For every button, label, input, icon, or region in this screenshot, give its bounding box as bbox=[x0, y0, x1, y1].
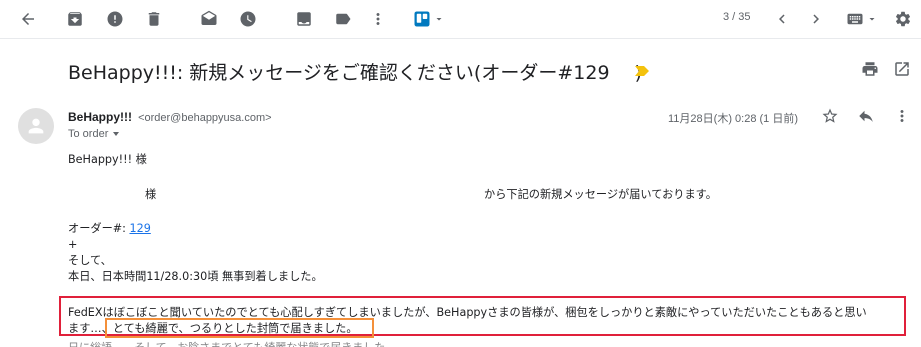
newer-icon[interactable] bbox=[772, 9, 792, 29]
mark-unread-icon[interactable] bbox=[199, 9, 219, 29]
toolbar: 3 / 35 bbox=[0, 0, 921, 38]
order-line: オーダー#: 129 bbox=[68, 222, 151, 235]
sender-line: BeHappy!!! <order@behappyusa.com> bbox=[68, 110, 272, 124]
dropdown-icon[interactable] bbox=[432, 9, 446, 29]
body-received: から下記の新規メッセージが届いております。 bbox=[484, 188, 717, 201]
back-arrow-icon[interactable] bbox=[18, 9, 38, 29]
more-actions-icon[interactable] bbox=[893, 107, 911, 125]
sender-email: <order@behappyusa.com> bbox=[138, 112, 272, 124]
recipient-label: To order bbox=[68, 128, 109, 140]
sender-name[interactable]: BeHappy!!! bbox=[68, 110, 132, 124]
reply-icon[interactable] bbox=[857, 107, 875, 125]
older-icon[interactable] bbox=[806, 9, 826, 29]
report-spam-icon[interactable] bbox=[105, 9, 125, 29]
archive-icon[interactable] bbox=[65, 9, 85, 29]
keyboard-dropdown-icon[interactable] bbox=[866, 9, 878, 29]
sender-avatar bbox=[18, 108, 54, 144]
person-icon bbox=[28, 118, 44, 134]
plus-line: + bbox=[68, 238, 78, 251]
star-icon[interactable] bbox=[821, 107, 839, 125]
pager-count: 3 / 35 bbox=[723, 11, 751, 23]
body-sama: 様 bbox=[145, 188, 157, 201]
trello-icon[interactable] bbox=[412, 9, 432, 29]
settings-gear-icon[interactable] bbox=[893, 9, 913, 29]
label-icon[interactable] bbox=[333, 9, 353, 29]
order-link[interactable]: 129 bbox=[129, 222, 150, 235]
keyboard-icon[interactable] bbox=[842, 9, 868, 29]
delete-icon[interactable] bbox=[144, 9, 164, 29]
open-new-window-icon[interactable] bbox=[893, 60, 911, 78]
message-date: 11月28日(木) 0:28 (1 日前) bbox=[668, 113, 799, 125]
recipient-details[interactable]: To order bbox=[68, 128, 120, 140]
soshite-line: そして、 bbox=[68, 254, 112, 267]
email-subject: BeHappy!!!: 新規メッセージをご確認ください(オーダー#129 ) bbox=[68, 62, 642, 84]
order-label: オーダー#: bbox=[68, 222, 130, 235]
cutoff-line: 日に総語… そして、お陰さまでとても綺麗な状態で届きました、 bbox=[68, 339, 820, 347]
more-vert-icon[interactable] bbox=[368, 9, 388, 29]
greeting: BeHappy!!! 様 bbox=[68, 153, 147, 166]
move-to-icon[interactable] bbox=[294, 9, 314, 29]
importance-marker-icon[interactable] bbox=[635, 66, 649, 76]
emphasis-box bbox=[105, 318, 374, 338]
toolbar-divider bbox=[0, 38, 921, 39]
chevron-down-icon[interactable] bbox=[113, 132, 120, 137]
snooze-icon[interactable] bbox=[238, 9, 258, 29]
arrived-line: 本日、日本時間11/28.0:30頃 無事到着しました。 bbox=[68, 270, 323, 283]
print-icon[interactable] bbox=[861, 60, 879, 78]
